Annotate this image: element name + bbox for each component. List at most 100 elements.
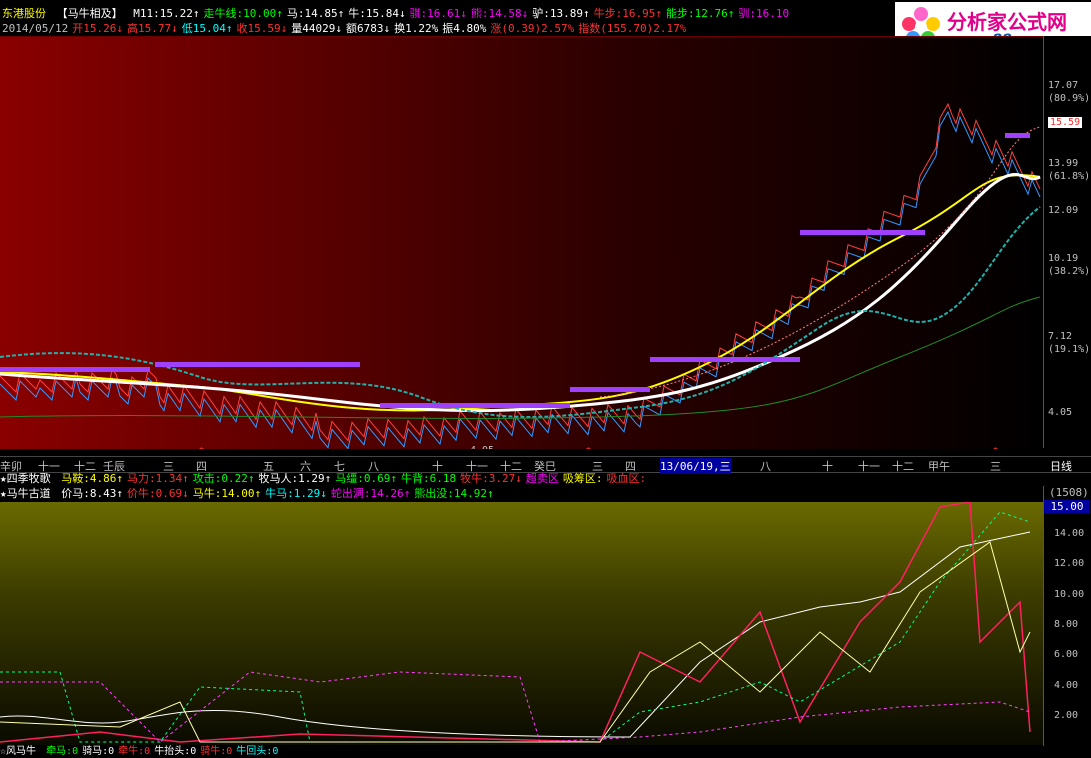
indicator2-value: 马牛:14.00↑ bbox=[192, 487, 262, 500]
header-value: 驯:16.10 bbox=[738, 7, 790, 20]
signal-icon: $ bbox=[992, 445, 999, 449]
header-value: M11:15.22↑ bbox=[133, 7, 200, 20]
bottom-title[interactable]: ☆风马牛 bbox=[0, 746, 36, 757]
ma-yellow bbox=[0, 174, 1041, 412]
date-label: 甲午 bbox=[928, 460, 950, 473]
quote-value: 收15.59↓ bbox=[236, 22, 288, 35]
signal-icon: $ bbox=[198, 445, 205, 449]
header-value: 牛步:16.95↑ bbox=[593, 7, 662, 20]
indicator-line-2: ★马牛古道 价马:8.43↑ 价牛:0.69↓ 马牛:14.00↑ 牛马:1.29↓ 蛇… bbox=[0, 487, 502, 501]
resistance-bar bbox=[380, 403, 570, 408]
indicator-magenta bbox=[0, 671, 1031, 743]
date-label: 十一 bbox=[858, 460, 880, 473]
resistance-bar bbox=[800, 230, 925, 235]
ma-pink bbox=[599, 126, 1041, 398]
indicator-axis-label: 10.00 bbox=[1054, 589, 1085, 600]
indicator1-value: 马力:1.34↑ bbox=[127, 472, 189, 485]
date-label: 十 bbox=[822, 460, 833, 473]
indicator-red bbox=[0, 502, 1031, 743]
bottom-value: 骑马:0 bbox=[82, 746, 115, 757]
indicator2-value: 牛马:1.29↓ bbox=[265, 487, 327, 500]
indicator-axis: (1508) 15.00 14.00 12.00 10.00 8.00 6.00 4.00… bbox=[1043, 486, 1091, 746]
indicator2-title[interactable]: ★马牛古道 bbox=[0, 487, 51, 500]
period-button[interactable]: 日线 bbox=[1050, 458, 1072, 474]
indicator1-value: 吸筹区: bbox=[562, 472, 603, 485]
price-axis-label: 7.12 bbox=[1048, 331, 1073, 342]
indicator-count: (1508) bbox=[1049, 486, 1089, 499]
price-candles bbox=[0, 102, 1041, 442]
indicator2-value: 价马:8.43↑ bbox=[61, 487, 123, 500]
indicator-line-1: ★四季牧歌 马鞍:4.86↑ 马力:1.34↑ 攻击:0.22↑ 牧马人:1.29↑ 马… bbox=[0, 472, 654, 486]
price-axis-label: 12.09 bbox=[1048, 205, 1079, 216]
date-label: 八 bbox=[760, 460, 771, 473]
header-value: 能步:12.76↑ bbox=[666, 7, 735, 20]
bottom-indicator-line: ☆风马牛 牵马:0 骑马:0 牵牛:0 牛抬头:0 骑牛:0 牛回头:0 bbox=[0, 746, 286, 758]
price-axis-label: (38.2%) bbox=[1048, 266, 1091, 277]
quote-value: 开15.26↓ bbox=[72, 22, 123, 35]
price-chart-canvas: 4.05 $ $ $ bbox=[0, 102, 1041, 449]
price-axis-label: 10.19 bbox=[1048, 253, 1079, 264]
header-value: 驴:13.89↑ bbox=[532, 7, 590, 20]
resistance-bar bbox=[155, 362, 360, 367]
date-label: 三 bbox=[990, 460, 1001, 473]
indicator1-value: 牧马人:1.29↑ bbox=[258, 472, 332, 485]
indicator-green bbox=[0, 511, 1031, 743]
indicator-axis-label: 12.00 bbox=[1054, 558, 1085, 569]
bottom-value: 牛回头:0 bbox=[236, 746, 279, 757]
quote-value: 2014/05/12 bbox=[2, 22, 69, 35]
indicator-axis-label: 8.00 bbox=[1054, 619, 1079, 630]
signal-icon: $ bbox=[585, 445, 592, 449]
logo-name: 分析家公式网 bbox=[947, 10, 1067, 34]
indicator-chart[interactable] bbox=[0, 502, 1043, 745]
stock-name[interactable]: 东港股份 bbox=[2, 7, 46, 20]
price-axis-label: 17.07 bbox=[1048, 80, 1079, 91]
resistance-bar bbox=[570, 387, 650, 392]
indicator-white bbox=[0, 531, 1031, 738]
bottom-value: 牵牛:0 bbox=[118, 746, 151, 757]
header-value: 骐:16.61↓ bbox=[409, 7, 467, 20]
price-axis-label: 15.59 bbox=[1048, 117, 1083, 128]
indicator-chart-canvas bbox=[0, 502, 1031, 743]
header-line-1: 东港股份 【马牛相及】 M11:15.22↑ 走牛线:10.00↑ 马:14.85↑… bbox=[2, 7, 797, 21]
quote-value: 高15.77↓ bbox=[126, 22, 178, 35]
indicator-axis-label: 6.00 bbox=[1054, 649, 1079, 660]
header-value: 走牛线:10.00↑ bbox=[203, 7, 283, 20]
indicator-axis-label: 14.00 bbox=[1054, 528, 1085, 539]
header-value: 牛:15.84↓ bbox=[348, 7, 406, 20]
indicator1-title[interactable]: ★四季牧歌 bbox=[0, 472, 51, 485]
quote-value: 指数(155.70)2.17% bbox=[578, 22, 687, 35]
header-value: 马:14.85↑ bbox=[286, 7, 345, 20]
indicator-light bbox=[0, 541, 1031, 743]
indicator1-value: 超卖区 bbox=[525, 472, 559, 485]
price-candles-down bbox=[0, 110, 1041, 449]
price-axis-label: 4.05 bbox=[1048, 407, 1073, 418]
indicator1-value: 马缰:0.69↑ bbox=[335, 472, 397, 485]
indicator-axis-label: 4.00 bbox=[1054, 680, 1079, 691]
resistance-bar bbox=[1005, 133, 1030, 138]
date-label: 十二 bbox=[892, 460, 914, 473]
indicator1-value: 马鞍:4.86↑ bbox=[61, 472, 123, 485]
indicator-name[interactable]: 【马牛相及】 bbox=[57, 7, 123, 20]
indicator-current-value: 15.00 bbox=[1044, 500, 1090, 513]
header-line-2: 2014/05/12 开15.26↓ 高15.77↓ 低15.04↑ 收15.59↓ 量4… bbox=[2, 22, 694, 36]
indicator2-value: 价牛:0.69↓ bbox=[127, 487, 189, 500]
quote-value: 换1.22% bbox=[394, 22, 439, 35]
bottom-value: 骑牛:0 bbox=[200, 746, 233, 757]
quote-value: 涨(0.39)2.57% bbox=[490, 22, 575, 35]
price-axis-label: (19.1%) bbox=[1048, 344, 1091, 355]
quote-value: 振4.80% bbox=[442, 22, 487, 35]
indicator2-value: 熊出没:14.92↑ bbox=[414, 487, 494, 500]
indicator1-value: 牛背:6.18 bbox=[401, 472, 457, 485]
price-chart[interactable]: 4.05 $ $ $ bbox=[0, 36, 1043, 449]
bottom-value: 牵马:0 bbox=[46, 746, 79, 757]
indicator1-value: 吸血区: bbox=[606, 472, 647, 485]
indicator1-value: 牧牛:3.27↓ bbox=[460, 472, 522, 485]
indicator-axis-label: 2.00 bbox=[1054, 710, 1079, 721]
ma-white bbox=[0, 173, 1041, 413]
date-label: 13/06/19,三 bbox=[660, 458, 731, 474]
quote-value: 额6783↓ bbox=[345, 22, 391, 35]
price-axis: 17.07 (80.9%) 15.59 13.99 (61.8%) 12.09 10.19 (… bbox=[1043, 36, 1091, 448]
resistance-bar bbox=[650, 357, 800, 362]
low-price-marker: 4.05 bbox=[470, 445, 494, 449]
indicator2-value: 蛇出洞:14.26↑ bbox=[330, 487, 411, 500]
